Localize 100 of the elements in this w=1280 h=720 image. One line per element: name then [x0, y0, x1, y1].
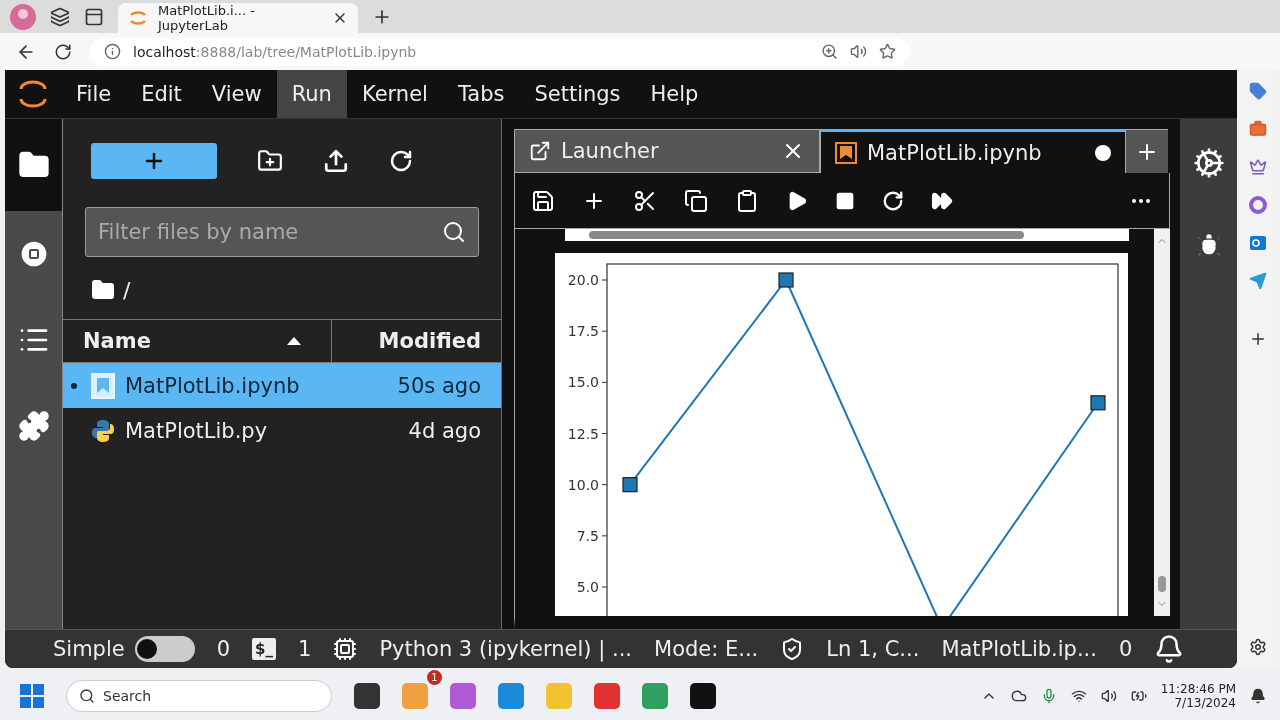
read-aloud-icon[interactable]	[850, 43, 867, 60]
terminal-count: 0	[216, 637, 231, 661]
cloud-icon[interactable]	[1010, 688, 1027, 704]
add-tab-button[interactable]	[1126, 129, 1168, 173]
address-bar[interactable]: localhost:8888/lab/tree/MatPlotLib.ipynb	[90, 37, 910, 66]
taskbar-search-field[interactable]: Search	[66, 680, 332, 712]
upload-icon[interactable]	[323, 148, 349, 174]
gears-icon[interactable]	[1192, 147, 1225, 179]
editor-mode[interactable]: Mode: E...	[654, 637, 759, 661]
ring-icon[interactable]	[1249, 196, 1267, 214]
clock-date[interactable]: 7/13/2024	[1174, 696, 1236, 710]
y-tick-label: 10.0	[567, 476, 599, 493]
modified-time: 50s ago	[397, 373, 481, 398]
menu-item[interactable]: File	[61, 70, 127, 118]
y-tick-label: 12.5	[567, 425, 599, 442]
menu-item[interactable]: Settings	[519, 70, 636, 118]
app-icon[interactable]	[354, 683, 380, 709]
tick-mark	[601, 433, 608, 434]
reload-icon[interactable]	[54, 42, 72, 61]
copy-icon[interactable]	[684, 188, 708, 213]
tick-mark	[601, 330, 608, 332]
url-text: localhost:8888/lab/tree/MatPlotLib.ipynb	[133, 43, 417, 60]
tick-mark	[601, 279, 608, 281]
data-point	[622, 477, 638, 493]
y-tick-label: 15.0	[567, 374, 599, 391]
tick-mark	[601, 484, 608, 486]
settings-icon[interactable]	[1249, 638, 1267, 656]
column-label: Name	[83, 329, 151, 353]
taskbar-search[interactable]: Search	[103, 682, 303, 710]
column-header[interactable]: Name	[63, 320, 331, 362]
app-icon[interactable]	[690, 683, 716, 709]
notebook-icon	[835, 141, 857, 164]
document-tab[interactable]: MatPlotLib.ipynb	[820, 129, 1126, 173]
mail-icon[interactable]	[1249, 234, 1267, 252]
workspaces-icon[interactable]	[50, 7, 70, 27]
menu-item[interactable]: Run	[276, 70, 347, 118]
notebook-icon	[91, 372, 115, 399]
tab-actions-icon[interactable]	[84, 7, 104, 27]
cpu-icon	[333, 637, 358, 661]
paper-plane-icon[interactable]	[1249, 272, 1267, 290]
tab-label: Launcher	[561, 139, 660, 163]
jupyter-logo-icon	[128, 8, 148, 28]
zoom-icon[interactable]	[821, 43, 838, 60]
puzzle-icon	[17, 410, 50, 442]
favorite-icon[interactable]	[879, 43, 896, 60]
cursor-position[interactable]: Ln 1, C...	[826, 637, 920, 661]
tab-title: MatPlotLib.i... - JupyterLab	[158, 3, 256, 33]
search-icon	[442, 220, 466, 244]
menu-item[interactable]: Kernel	[346, 70, 443, 118]
y-tick-label: 17.5	[567, 323, 599, 340]
file-name: MatPlotLib.ipynb	[125, 373, 301, 398]
filter-field[interactable]: Filter files by name	[85, 207, 479, 257]
notification-badge: 1	[427, 670, 442, 685]
simple-toggle[interactable]	[134, 636, 195, 662]
data-point	[778, 272, 794, 288]
save-icon[interactable]	[531, 188, 555, 213]
wifi-icon[interactable]	[1070, 688, 1087, 704]
y-tick-label: 20.0	[567, 272, 599, 288]
sidebar-tab[interactable]	[5, 119, 62, 211]
cut-icon[interactable]	[633, 188, 657, 213]
mode-label: Simple	[53, 637, 125, 661]
refresh-icon[interactable]	[389, 149, 413, 173]
browser-tab[interactable]: MatPlotLib.i... - JupyterLab	[118, 3, 358, 33]
folder-icon[interactable]	[91, 278, 115, 302]
notification-icon[interactable]	[1250, 688, 1266, 704]
start-icon[interactable]	[20, 684, 44, 708]
paste-icon[interactable]	[735, 188, 759, 213]
document-tab[interactable]: Launcher	[514, 129, 820, 173]
notification-count: 0	[1118, 637, 1133, 661]
jupyter-logo-icon	[18, 78, 48, 110]
toolbox-icon[interactable]	[1249, 120, 1267, 138]
menu-item[interactable]: Help	[635, 70, 714, 118]
menu-item[interactable]: View	[196, 70, 277, 118]
tag-icon[interactable]	[1249, 82, 1267, 100]
y-tick-label: 7.5	[576, 527, 599, 544]
menu-item[interactable]: Edit	[126, 70, 197, 118]
tick-mark	[601, 381, 608, 383]
y-tick-label: 5.0	[576, 579, 599, 595]
add-icon[interactable]	[1249, 330, 1267, 348]
launcher-icon	[529, 140, 551, 162]
scroll-thumb[interactable]	[1158, 576, 1166, 592]
file-row[interactable]: MatPlotLib.ipynb 50s ago	[63, 363, 501, 408]
column-header[interactable]: Modified	[331, 320, 501, 362]
file-row[interactable]: MatPlotLib.py 4d ago	[63, 408, 501, 453]
vertical-scrollbar[interactable]	[1154, 229, 1170, 616]
breadcrumb[interactable]: /	[123, 277, 131, 303]
clock-time[interactable]: 11:28:46 PM	[1160, 682, 1236, 696]
battery-icon[interactable]	[1130, 688, 1147, 704]
stop-icon[interactable]	[835, 190, 855, 211]
chess-icon[interactable]	[1249, 158, 1267, 176]
new-folder-icon[interactable]	[257, 148, 283, 174]
volume-icon[interactable]	[1100, 688, 1117, 704]
info-icon[interactable]	[104, 43, 121, 60]
search-icon	[79, 688, 95, 704]
kernel-status[interactable]: Python 3 (ipykernel) | ...	[379, 637, 632, 661]
tab-label: MatPlotLib.ipynb	[867, 140, 1043, 165]
restart-icon[interactable]	[882, 189, 904, 212]
filter-input[interactable]: Filter files by name	[98, 210, 428, 254]
menu-item[interactable]: Tabs	[442, 70, 520, 118]
horizontal-scrollbar[interactable]	[565, 229, 1129, 241]
